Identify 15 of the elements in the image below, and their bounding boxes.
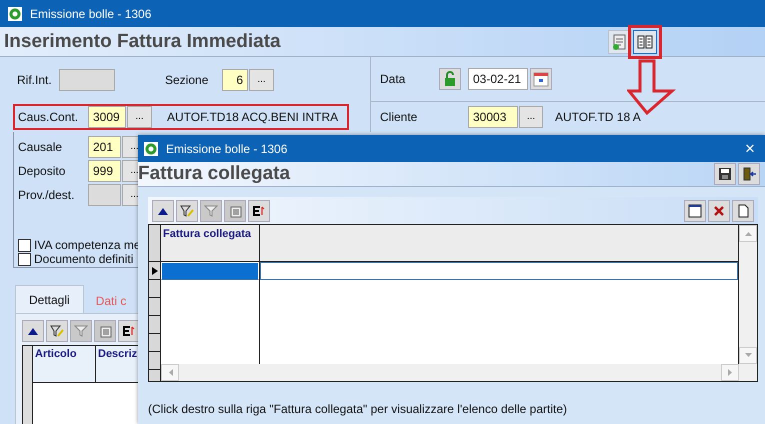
field-label: Deposito bbox=[18, 164, 66, 178]
field-label: Data bbox=[380, 72, 406, 86]
hint-text: (Click destro sulla riga "Fattura collegata" per visualizzare l'elenco delle partite) bbox=[148, 402, 568, 416]
page-title: Inserimento Fattura Immediata bbox=[4, 30, 282, 52]
field-label: Causale bbox=[18, 140, 64, 154]
window-title: Emissione bolle - 1306 bbox=[166, 142, 288, 156]
field-label: Prov./dest. bbox=[18, 188, 76, 202]
field-label: Caus.Cont. bbox=[18, 110, 80, 124]
field-label: Rif.Int. bbox=[17, 72, 53, 86]
field-label: Sezione bbox=[165, 72, 210, 86]
field-description: AUTOF.TD 18 A bbox=[555, 110, 641, 124]
checkbox-label: Documento definiti bbox=[34, 252, 134, 266]
field-label: Cliente bbox=[380, 110, 418, 124]
field-description: AUTOF.TD18 ACQ.BENI INTRA bbox=[167, 110, 338, 124]
window-title: Emissione bolle - 1306 bbox=[30, 6, 152, 20]
